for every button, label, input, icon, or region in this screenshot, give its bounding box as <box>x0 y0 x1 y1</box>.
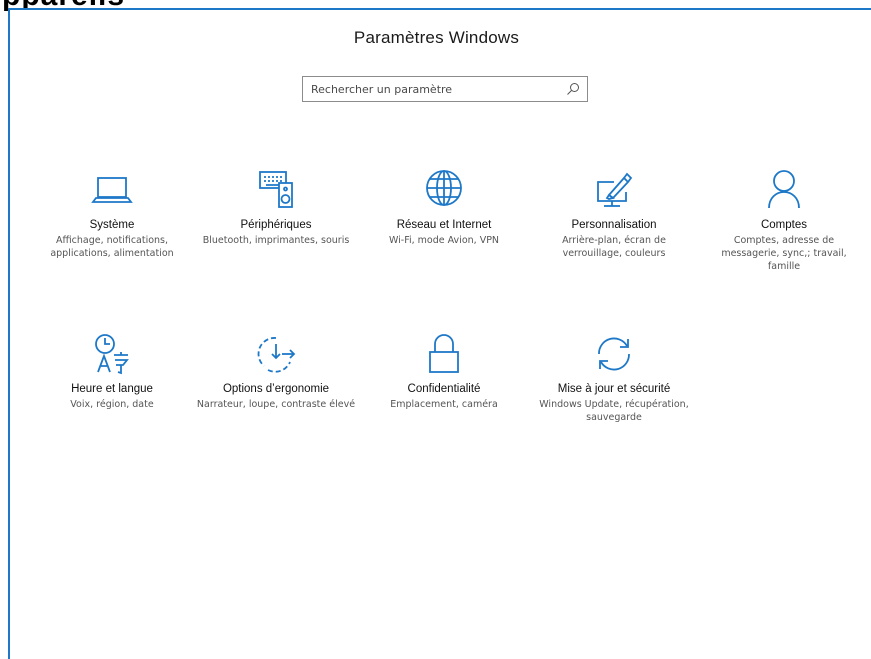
search-input[interactable] <box>311 80 556 98</box>
tile-comptes[interactable]: Comptes Comptes, adresse de messagerie, … <box>704 168 864 273</box>
sync-icon <box>598 337 630 371</box>
tile-description: Windows Update, récupération, sauvegarde <box>539 399 689 423</box>
person-icon <box>768 170 800 209</box>
tile-label: Réseau et Internet <box>396 219 492 231</box>
tile-description: Emplacement, caméra <box>390 399 498 410</box>
tile-label: Confidentialité <box>407 383 481 395</box>
tile-confidentialite[interactable]: Confidentialité Emplacement, caméra <box>364 332 524 411</box>
tile-description: Bluetooth, imprimantes, souris <box>202 235 350 246</box>
time-language-icon <box>95 334 129 375</box>
page-title: Paramètres Windows <box>353 28 520 47</box>
paint-monitor-icon <box>597 172 633 207</box>
laptop-icon <box>91 177 133 203</box>
tile-ergonomie[interactable]: Options d’ergonomie Narrateur, loupe, co… <box>196 332 356 411</box>
search-icon[interactable] <box>566 82 580 96</box>
tile-heure-langue[interactable]: Heure et langue Voix, région, date <box>32 332 192 411</box>
globe-icon <box>426 170 462 206</box>
tile-description: Voix, région, date <box>70 399 154 410</box>
tile-label: Comptes <box>760 219 808 231</box>
tile-label: Personnalisation <box>571 219 657 231</box>
tile-label: Périphériques <box>240 219 312 231</box>
tile-peripheriques[interactable]: Périphériques Bluetooth, imprimantes, so… <box>196 168 356 247</box>
tile-label: Mise à jour et sécurité <box>557 383 671 395</box>
tile-mise-a-jour[interactable]: Mise à jour et sécurité Windows Update, … <box>534 332 694 424</box>
tile-personnalisation[interactable]: Personnalisation Arrière-plan, écran de … <box>534 168 694 260</box>
ease-of-access-icon <box>257 337 296 373</box>
tile-label: Options d’ergonomie <box>222 383 330 395</box>
tile-label: Heure et langue <box>71 383 153 395</box>
tile-description: Affichage, notifications, applications, … <box>50 235 174 259</box>
tile-description: Narrateur, loupe, contraste élevé <box>196 399 356 410</box>
tile-reseau[interactable]: Réseau et Internet Wi-Fi, mode Avion, VP… <box>364 168 524 247</box>
settings-window: Paramètres Windows Système Affichage, no… <box>8 8 871 659</box>
tile-label: Système <box>89 219 135 231</box>
lock-icon <box>429 334 459 373</box>
search-box[interactable] <box>302 76 588 102</box>
tile-description: Comptes, adresse de messagerie, sync,; t… <box>721 235 847 272</box>
tile-description: Wi-Fi, mode Avion, VPN <box>388 235 500 246</box>
tile-description: Arrière-plan, écran de verrouillage, cou… <box>562 235 666 259</box>
keyboard-speaker-icon <box>259 171 293 208</box>
tile-systeme[interactable]: Système Affichage, notifications, applic… <box>32 168 192 260</box>
